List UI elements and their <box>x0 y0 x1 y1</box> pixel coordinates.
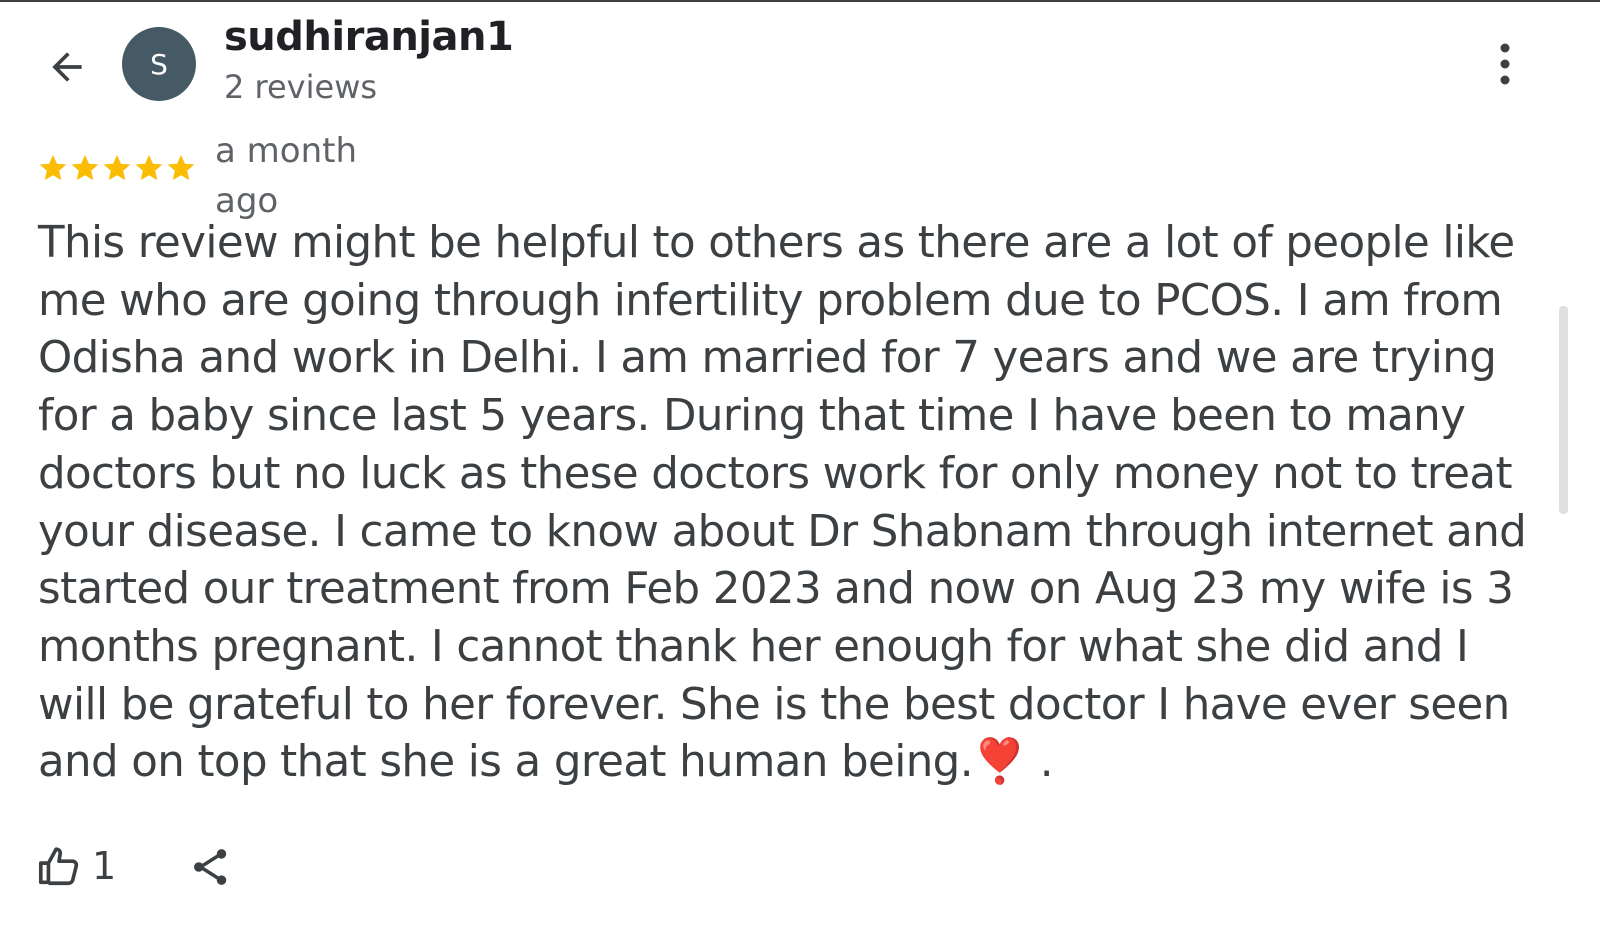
review-text: This review might be helpful to others a… <box>38 215 1538 792</box>
star-icon <box>103 154 131 181</box>
share-button[interactable] <box>186 842 236 892</box>
reviewer-review-count: 2 reviews <box>224 68 378 106</box>
reviewer-name[interactable]: sudhiranjan1 <box>224 14 514 60</box>
star-icon <box>39 154 67 181</box>
avatar[interactable]: S <box>122 27 196 101</box>
review-body: This review might be helpful to others a… <box>38 218 1527 788</box>
star-icon <box>71 154 99 181</box>
more-options-button[interactable] <box>1480 36 1530 92</box>
like-count: 1 <box>92 844 117 888</box>
more-vertical-icon <box>1500 43 1510 85</box>
review-trailing: . <box>1026 737 1054 788</box>
back-button[interactable] <box>40 40 94 94</box>
star-icon <box>167 154 195 181</box>
scrollbar[interactable] <box>1559 306 1568 514</box>
share-icon <box>194 849 227 885</box>
heart-exclamation-emoji: ❣️ <box>972 737 1027 788</box>
top-divider <box>0 0 1600 2</box>
arrow-left-icon <box>52 52 82 82</box>
star-rating <box>37 152 197 184</box>
avatar-initial: S <box>150 47 168 81</box>
review-time: a month ago <box>215 131 357 221</box>
star-icon <box>135 154 163 181</box>
like-button[interactable]: 1 <box>36 838 116 894</box>
thumbs-up-icon <box>38 847 79 886</box>
